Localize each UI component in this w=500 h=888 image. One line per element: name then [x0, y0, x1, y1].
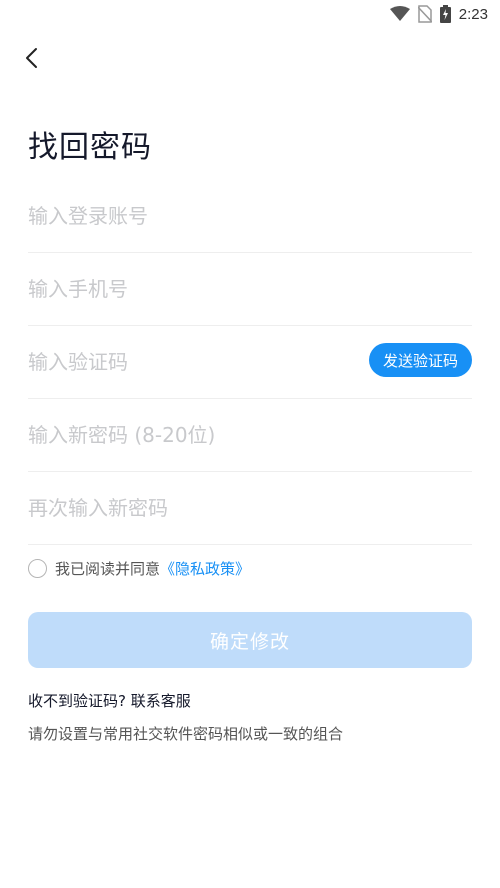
code-field: 发送验证码 — [28, 326, 472, 399]
agreement-row: 我已阅读并同意 《隐私政策》 — [28, 558, 250, 579]
password-tip: 请勿设置与常用社交软件密码相似或一致的组合 — [28, 725, 344, 743]
phone-input[interactable] — [28, 277, 472, 301]
back-button[interactable] — [18, 44, 46, 72]
page-title: 找回密码 — [28, 130, 152, 165]
privacy-policy-link[interactable]: 《隐私政策》 — [160, 558, 250, 579]
send-code-button[interactable]: 发送验证码 — [368, 343, 472, 377]
no-sim-icon — [417, 5, 432, 23]
status-time: 2:23 — [458, 5, 488, 23]
new-password-input[interactable] — [28, 423, 472, 447]
agree-checkbox[interactable] — [28, 559, 47, 578]
contact-support-link[interactable]: 收不到验证码? 联系客服 — [28, 690, 191, 711]
wifi-icon — [389, 6, 410, 21]
confirm-password-input[interactable] — [28, 496, 472, 520]
new-password-field — [28, 399, 472, 472]
phone-field — [28, 253, 472, 326]
agreement-text: 我已阅读并同意 — [55, 560, 161, 578]
account-field — [28, 180, 472, 253]
confirm-button[interactable]: 确定修改 — [28, 612, 472, 668]
chevron-left-icon — [26, 48, 37, 68]
code-input[interactable] — [28, 350, 348, 374]
account-input[interactable] — [28, 204, 472, 228]
confirm-password-field — [28, 472, 472, 545]
status-bar: 2:23 — [0, 0, 500, 28]
battery-charging-icon — [439, 5, 451, 23]
